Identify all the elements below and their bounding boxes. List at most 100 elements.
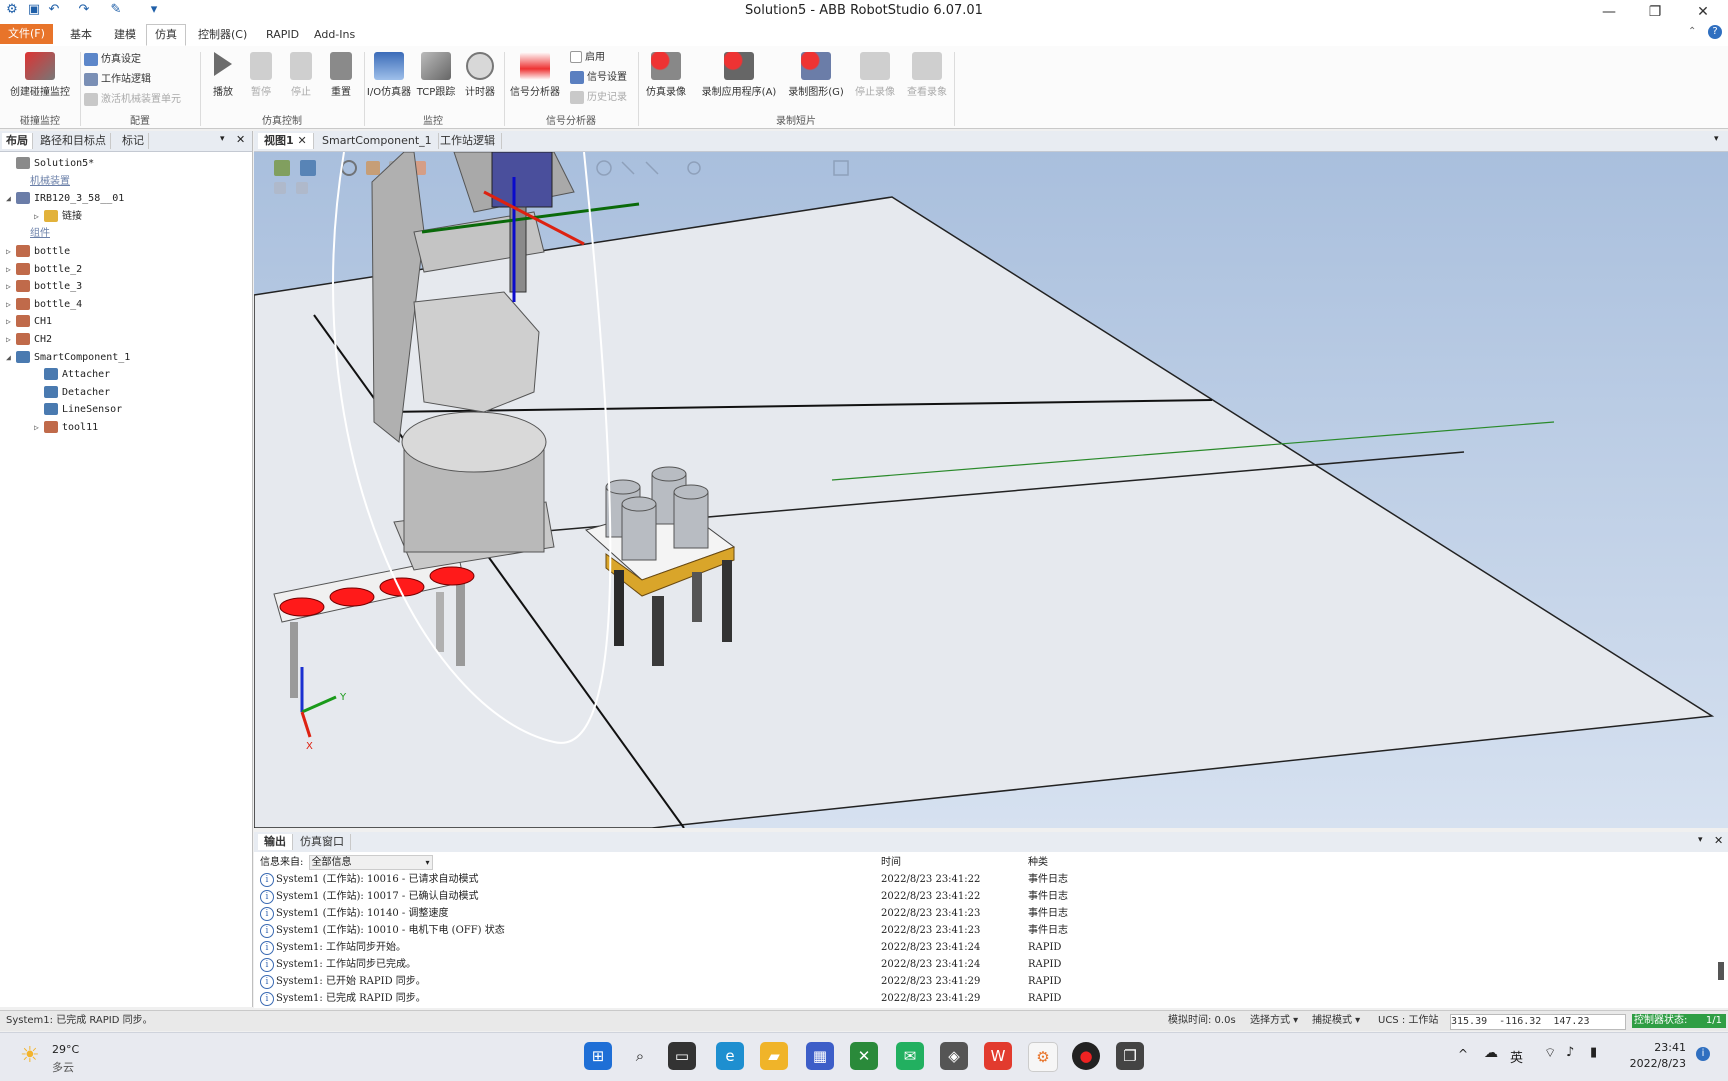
measure-icon[interactable] (833, 160, 849, 176)
zoom-icon[interactable] (300, 160, 316, 176)
restore-icon[interactable]: ❐ (1640, 2, 1670, 22)
collapse-ribbon-icon[interactable]: ⌃ (1688, 26, 1696, 37)
unity-icon[interactable]: ◈ (940, 1042, 968, 1070)
panel-menu-icon[interactable]: ▾ (220, 134, 225, 144)
tab-modeling[interactable]: 建模 (106, 25, 144, 45)
start-icon[interactable]: ⊞ (584, 1042, 612, 1070)
expander-icon[interactable]: ▷ (34, 419, 44, 437)
tab-tags[interactable]: 标记 (118, 133, 149, 149)
3d-scene[interactable]: Y X (254, 152, 1728, 828)
tab-layout[interactable]: 布局 (2, 133, 33, 149)
output-row[interactable]: i System1 (工作站): 10016 - 已请求自动模式 2022/8/23… (254, 871, 1728, 888)
search-icon[interactable]: ⌕ (626, 1042, 654, 1070)
task-view-icon[interactable]: ▭ (668, 1042, 696, 1070)
panel-close-icon[interactable]: ✕ (236, 133, 245, 146)
filter-select[interactable]: 全部信息 ▾ (308, 855, 433, 870)
tab-station-logic[interactable]: 工作站逻辑 (434, 133, 502, 149)
expander-icon[interactable]: ◢ (6, 190, 16, 208)
tab-rapid[interactable]: RAPID (258, 25, 307, 45)
notification-icon[interactable]: i (1696, 1047, 1710, 1061)
signal-settings-button[interactable]: 信号设置 (570, 69, 627, 87)
stop-button[interactable]: 停止 (284, 52, 318, 98)
edge-icon[interactable]: e (716, 1042, 744, 1070)
wifi-icon[interactable]: ⌔ (1544, 1045, 1556, 1061)
output-row[interactable]: i System1: 工作站同步已完成。 2022/8/23 23:41:24 RAP… (254, 956, 1728, 973)
io-sim-button[interactable]: I/O仿真器 (366, 52, 412, 98)
tree-item[interactable]: Detacher (34, 384, 110, 402)
tab-view1[interactable]: 视图1 ✕ (258, 133, 314, 149)
output-row[interactable]: i System1: 工作站同步开始。 2022/8/23 23:41:24 RAPI… (254, 939, 1728, 956)
signal-analyzer-button[interactable]: 信号分析器 (506, 52, 564, 98)
sim-play-small-icon[interactable] (274, 182, 286, 194)
play-button[interactable]: 播放 (206, 52, 240, 98)
xbox-icon[interactable]: ✕ (850, 1042, 878, 1070)
tree-item[interactable]: ▷ bottle_4 (6, 296, 82, 314)
snap-center-icon[interactable] (596, 160, 612, 176)
select-part-icon[interactable] (366, 161, 380, 175)
rotate-icon[interactable] (341, 160, 357, 176)
tree-item[interactable]: ▷ bottle_3 (6, 278, 82, 296)
3d-viewport[interactable]: Y X (254, 152, 1728, 828)
output-scrollbar[interactable] (1718, 962, 1724, 980)
output-menu-icon[interactable]: ▾ (1698, 835, 1703, 845)
snap-mode-dropdown[interactable]: 捕捉模式 ▾ (1312, 1014, 1360, 1028)
output-row[interactable]: i System1 (工作站): 10017 - 已确认自动模式 2022/8/23… (254, 888, 1728, 905)
tab-output[interactable]: 输出 (258, 834, 293, 850)
select-mode-dropdown[interactable]: 选择方式 ▾ (1250, 1014, 1298, 1028)
app-window-icon[interactable]: ❐ (1116, 1042, 1144, 1070)
col-type-header[interactable]: 种类 (1028, 854, 1048, 871)
onedrive-icon[interactable]: ☁ (1484, 1045, 1498, 1061)
expander-icon[interactable]: ▷ (6, 296, 16, 314)
tree-item[interactable]: ▷ tool11 (34, 419, 98, 437)
snap-mid-icon[interactable] (645, 161, 659, 175)
wechat-icon[interactable]: ✉ (896, 1042, 924, 1070)
station-logic-button[interactable]: 工作站逻辑 (84, 71, 151, 89)
sim-record-button[interactable]: 仿真录像 (640, 52, 692, 98)
sim-stop-small-icon[interactable] (296, 182, 308, 194)
history-button[interactable]: 历史记录 (570, 89, 627, 107)
battery-icon[interactable]: ▮ (1590, 1045, 1597, 1060)
close-icon[interactable]: ✕ (1688, 2, 1718, 22)
tray-chevron-icon[interactable]: ^ (1458, 1047, 1468, 1061)
expander-icon[interactable]: ▷ (6, 313, 16, 331)
ime-indicator[interactable]: 英 (1510, 1047, 1523, 1066)
weather-icon[interactable]: ☀ (20, 1043, 40, 1068)
view-all-icon[interactable] (274, 160, 290, 176)
tree-item[interactable]: LineSensor (34, 401, 122, 419)
output-close-icon[interactable]: ✕ (1714, 834, 1723, 847)
wps-icon[interactable]: W (984, 1042, 1012, 1070)
output-row[interactable]: i System1: 已开始 RAPID 同步。 2022/8/23 23:41:2… (254, 973, 1728, 990)
weather-temp[interactable]: 29°C (52, 1043, 79, 1056)
timer-button[interactable]: 计时器 (460, 52, 500, 98)
snap-grid-icon[interactable] (687, 161, 701, 175)
store-icon[interactable]: ▦ (806, 1042, 834, 1070)
tree-item[interactable]: Attacher (34, 366, 110, 384)
clock-date[interactable]: 2022/8/23 (1622, 1057, 1686, 1070)
weather-desc[interactable]: 多云 (52, 1059, 74, 1075)
minimize-icon[interactable]: — (1594, 2, 1624, 22)
tabs-menu-icon[interactable]: ▾ (1714, 134, 1719, 144)
tab-paths-targets[interactable]: 路径和目标点 (36, 133, 111, 149)
expander-icon[interactable]: ▷ (6, 243, 16, 261)
output-row[interactable]: i System1: 已完成 RAPID 同步。 2022/8/23 23:41:2… (254, 990, 1728, 1007)
tab-basic[interactable]: 基本 (62, 25, 100, 45)
record-graphics-button[interactable]: 录制图形(G) (784, 52, 848, 98)
tab-sim-window[interactable]: 仿真窗口 (294, 834, 351, 850)
pause-button[interactable]: 暂停 (244, 52, 278, 98)
reset-button[interactable]: 重置 (324, 52, 358, 98)
col-time-header[interactable]: 时间 (881, 854, 901, 871)
expander-icon[interactable]: ▷ (6, 331, 16, 349)
clock-time[interactable]: 23:41 (1650, 1041, 1686, 1054)
tree-item[interactable]: 机械装置 (20, 173, 70, 191)
expander-icon[interactable]: ▷ (6, 261, 16, 279)
snap-edge-icon[interactable] (621, 161, 635, 175)
enable-checkbox[interactable]: 启用 (570, 49, 605, 67)
tree-item[interactable]: 组件 (20, 225, 50, 243)
expander-icon[interactable]: ▷ (6, 278, 16, 296)
tab-addins[interactable]: Add-Ins (306, 25, 363, 45)
tree-item[interactable]: ▷ bottle (6, 243, 70, 261)
tree-item[interactable]: ▷ CH2 (6, 331, 52, 349)
recorder-icon[interactable]: ● (1072, 1042, 1100, 1070)
volume-icon[interactable]: ♪ (1566, 1045, 1574, 1060)
expander-icon[interactable]: ▷ (34, 208, 44, 226)
